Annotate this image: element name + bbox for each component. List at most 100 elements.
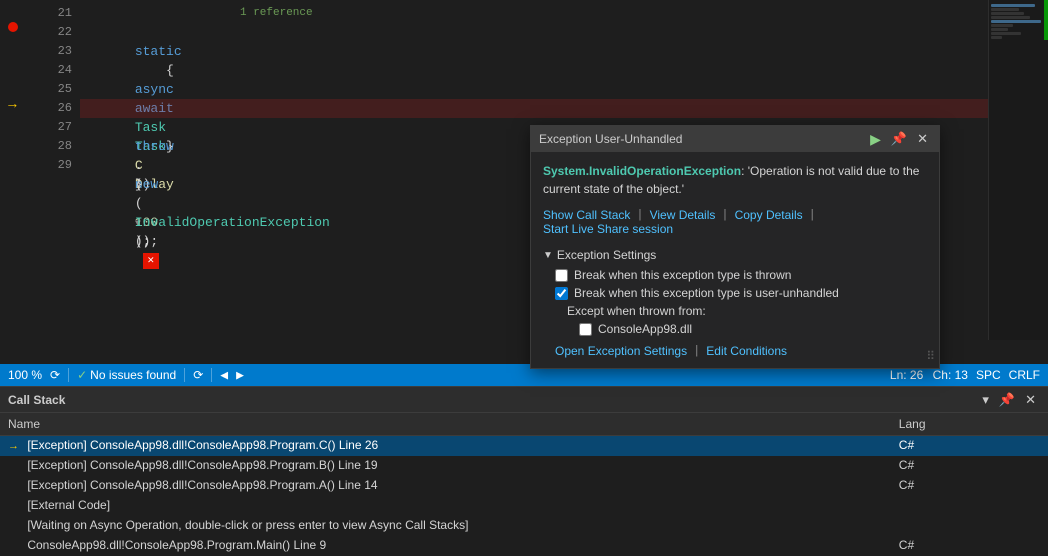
mini-line-4 <box>991 16 1030 19</box>
stack-row-1[interactable]: → [Exception] ConsoleApp98.dll!ConsoleAp… <box>0 435 1048 456</box>
gutter-25 <box>0 76 25 95</box>
stack-row-6-name: ConsoleApp98.dll!ConsoleApp98.Program.Ma… <box>0 536 891 556</box>
scroll-bar-mark <box>1044 0 1048 40</box>
no-issues-badge: ✓ No issues found <box>77 368 176 382</box>
call-stack-scroll[interactable]: Name Lang → [Exception] ConsoleApp98.dll… <box>0 413 1048 556</box>
row-arrow-2 <box>8 457 24 476</box>
panel-close-btn[interactable]: ✕ <box>1021 390 1040 410</box>
call-stack-table: Name Lang → [Exception] ConsoleApp98.dll… <box>0 413 1048 556</box>
checkbox-console-app[interactable] <box>579 323 592 336</box>
line-ending[interactable]: CRLF <box>1009 368 1040 382</box>
stack-row-4-lang <box>891 496 1048 516</box>
exception-settings: ▼ Exception Settings Break when this exc… <box>543 248 927 358</box>
except-when-label: Except when thrown from: <box>543 304 927 318</box>
ln-28: 28 <box>25 137 72 156</box>
code-line-26: throw new InvalidOperationException (); … <box>80 99 1048 118</box>
ln-21: 21 <box>25 4 72 23</box>
stack-row-3[interactable]: [Exception] ConsoleApp98.dll!ConsoleApp9… <box>0 476 1048 496</box>
checkbox-row-1: Break when this exception type is thrown <box>543 268 927 282</box>
minimap-content <box>989 0 1048 44</box>
call-stack-body: → [Exception] ConsoleApp98.dll!ConsoleAp… <box>0 435 1048 556</box>
mini-line-9 <box>991 36 1002 39</box>
mini-line-7 <box>991 28 1008 31</box>
ln-26: 26 <box>25 99 72 118</box>
stack-row-6[interactable]: ConsoleApp98.dll!ConsoleApp98.Program.Ma… <box>0 536 1048 556</box>
stack-row-6-lang: C# <box>891 536 1048 556</box>
panel-actions: ▾ 📌 ✕ <box>978 390 1040 410</box>
popup-title: Exception User-Unhandled <box>539 132 682 146</box>
stack-row-5-name: [Waiting on Async Operation, double-clic… <box>0 516 891 536</box>
exception-message: System.InvalidOperationException: 'Opera… <box>543 162 927 198</box>
edit-conditions-link[interactable]: Edit Conditions <box>706 344 787 358</box>
status-right: Ln: 26 Ch: 13 SPC CRLF <box>890 368 1040 382</box>
gutter-29 <box>0 152 25 171</box>
console-app-row: ConsoleApp98.dll <box>543 322 927 336</box>
ln-22: 22 <box>25 23 72 42</box>
stack-row-2-lang: C# <box>891 456 1048 476</box>
checkbox-break-unhandled[interactable] <box>555 287 568 300</box>
minimap <box>988 0 1048 340</box>
gutter-24 <box>0 57 25 76</box>
panel-header: Call Stack ▾ 📌 ✕ <box>0 387 1048 413</box>
popup-header: Exception User-Unhandled ▶ 📌 ✕ <box>531 126 939 152</box>
stack-row-3-lang: C# <box>891 476 1048 496</box>
stack-row-2-name: [Exception] ConsoleApp98.dll!ConsoleApp9… <box>0 456 891 476</box>
checkbox-break-thrown[interactable] <box>555 269 568 282</box>
ln-25: 25 <box>25 80 72 99</box>
table-header: Name Lang <box>0 413 1048 435</box>
pin-button[interactable]: 📌 <box>888 130 910 148</box>
stack-row-3-name: [Exception] ConsoleApp98.dll!ConsoleApp9… <box>0 476 891 496</box>
mini-line-5 <box>991 20 1041 23</box>
sync-icon[interactable]: ⟳ <box>193 368 203 382</box>
open-exception-settings-link[interactable]: Open Exception Settings <box>555 344 687 358</box>
gutter-21 <box>0 0 25 19</box>
git-icon[interactable]: ⟳ <box>50 368 60 382</box>
stack-row-1-name: → [Exception] ConsoleApp98.dll!ConsoleAp… <box>0 435 891 456</box>
checkbox-row-2: Break when this exception type is user-u… <box>543 286 927 300</box>
settings-title: Exception Settings <box>557 248 656 262</box>
current-line-arrow: → <box>8 97 16 113</box>
breakpoint-22[interactable] <box>8 21 18 36</box>
console-app-label: ConsoleApp98.dll <box>598 322 692 336</box>
mini-line-2 <box>991 8 1019 11</box>
panel-dropdown-btn[interactable]: ▾ <box>978 390 993 410</box>
line-col: Ln: 26 Ch: 13 <box>890 368 968 382</box>
ref-text: 1 reference <box>240 4 313 23</box>
mini-line-3 <box>991 12 1024 15</box>
code-line-25 <box>80 80 1048 99</box>
nav-right[interactable]: ▶ <box>236 368 244 383</box>
col-name: Name <box>0 413 891 435</box>
error-badge[interactable]: ✕ <box>143 253 159 269</box>
close-button[interactable]: ✕ <box>914 130 931 148</box>
ln-27: 27 <box>25 118 72 137</box>
gutter-26: → <box>0 95 25 114</box>
panel-pin-btn[interactable]: 📌 <box>995 390 1019 410</box>
copy-details-link[interactable]: Copy Details <box>735 208 803 222</box>
bottom-links: Open Exception Settings | Edit Condition… <box>543 344 927 358</box>
zoom-level: 100 % <box>8 368 42 382</box>
start-live-share-link[interactable]: Start Live Share session <box>543 222 673 236</box>
stack-row-4-name: [External Code] <box>0 496 891 516</box>
encoding[interactable]: SPC <box>976 368 1001 382</box>
nav-left[interactable]: ◀ <box>220 368 228 383</box>
mini-line-8 <box>991 32 1021 35</box>
stack-row-2[interactable]: [Exception] ConsoleApp98.dll!ConsoleApp9… <box>0 456 1048 476</box>
show-call-stack-link[interactable]: Show Call Stack <box>543 208 630 222</box>
stack-row-4[interactable]: [External Code] <box>0 496 1048 516</box>
call-stack-panel: Call Stack ▾ 📌 ✕ Name Lang → [Exception]… <box>0 386 1048 556</box>
exception-type: System.InvalidOperationException <box>543 164 741 178</box>
resize-corner[interactable]: ⠿ <box>926 349 935 364</box>
stack-row-5[interactable]: [Waiting on Async Operation, double-clic… <box>0 516 1048 536</box>
panel-title: Call Stack <box>8 393 65 407</box>
ln-24: 24 <box>25 61 72 80</box>
collapse-triangle[interactable]: ▼ <box>543 250 553 261</box>
popup-actions: ▶ 📌 ✕ <box>867 130 931 149</box>
gutter-22 <box>0 19 25 38</box>
stack-row-5-lang <box>891 516 1048 536</box>
row-arrow-1: → <box>8 437 24 456</box>
continue-button[interactable]: ▶ <box>867 130 884 149</box>
gutter-27 <box>0 114 25 133</box>
view-details-link[interactable]: View Details <box>650 208 716 222</box>
code-line-21: 1 reference <box>80 4 1048 23</box>
checkbox-break-unhandled-label: Break when this exception type is user-u… <box>574 286 839 300</box>
